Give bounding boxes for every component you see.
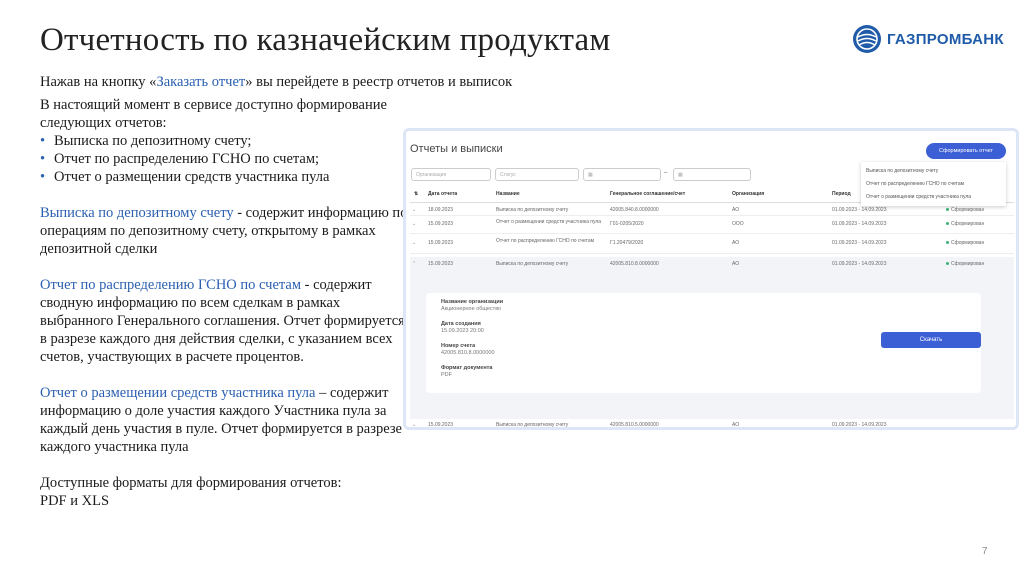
- report-type-dropdown: Выписка по депозитному счету Отчет по ра…: [861, 162, 1006, 206]
- dropdown-option[interactable]: Выписка по депозитному счету: [866, 165, 1001, 178]
- status-badge: Сформирован: [946, 221, 984, 227]
- dropdown-option[interactable]: Отчет по распределению ГСНО по счетам: [866, 178, 1001, 191]
- intro-after: » вы перейдете в реестр отчетов и выписо…: [245, 74, 513, 90]
- gazprombank-logo-icon: [853, 25, 881, 53]
- row-period: 01.09.2023 - 14.09.2023: [832, 240, 887, 246]
- status-badge: Сформирован: [946, 207, 984, 213]
- formats-label: Доступные форматы для формирования отчет…: [40, 475, 342, 491]
- row-name: Выписка по депозитному счету: [496, 422, 569, 428]
- order-report-link[interactable]: Заказать отчет: [156, 74, 245, 90]
- row-account: 42005.810.8.0000000: [610, 261, 659, 267]
- table-row[interactable]: ⌄ 15.09.2023 Отчет по распределению ГСНО…: [410, 235, 1014, 254]
- create-report-button[interactable]: Сформировать отчет: [926, 143, 1006, 159]
- deposit-statement-description: Выписка по депозитному счету - содержит …: [40, 204, 410, 258]
- row-period: 01.09.2023 - 14.09.2023: [832, 221, 887, 227]
- date-from-field[interactable]: ▦: [583, 168, 661, 181]
- row-name: Отчет о размещении средств участника пул…: [496, 219, 602, 225]
- status-badge: Сформирован: [946, 240, 984, 246]
- status-text: Сформирован: [951, 240, 985, 246]
- row-org: АО: [732, 261, 740, 267]
- row-org: АО: [732, 240, 740, 246]
- intro-before: Нажав на кнопку «: [40, 74, 157, 90]
- date-to-field[interactable]: ▦: [673, 168, 751, 181]
- gsno-report-description: Отчет по распределению ГСНО по счетам - …: [40, 276, 410, 366]
- chevron-down-icon[interactable]: ⌄: [412, 221, 416, 227]
- dropdown-option[interactable]: Отчет о размещении средств участника пул…: [866, 191, 1001, 204]
- chevron-down-icon[interactable]: ⌄: [412, 207, 416, 213]
- status-text: Сформирован: [951, 221, 985, 227]
- row-period: 01.09.2023 - 14.09.2023: [832, 422, 887, 428]
- reports-title: Отчеты и выписки: [410, 143, 503, 155]
- format-label: Формат документа: [441, 365, 493, 371]
- date-separator: –: [664, 170, 668, 176]
- status-text: Сформирован: [951, 261, 985, 267]
- available-text: В настоящий момент в сервисе доступно фо…: [40, 97, 387, 131]
- row-org: АО: [732, 422, 740, 428]
- table-row[interactable]: ⌃ 15.09.2023 Выписка по депозитному счет…: [410, 257, 1014, 271]
- org-value: Акционерное общество: [441, 306, 502, 312]
- row-account: Г1.20479/2020: [610, 240, 644, 246]
- status-filter[interactable]: Статус: [495, 168, 579, 181]
- logo-text: ГАЗПРОМБАНК: [887, 30, 1004, 48]
- row-name: Выписка по депозитному счету: [496, 261, 569, 267]
- reports-screenshot: Отчеты и выписки Сформировать отчет Выпи…: [403, 128, 1019, 430]
- row-period: 01.09.2023 - 14.09.2023: [832, 207, 887, 213]
- page-number: 7: [982, 546, 988, 557]
- org-label: Название организации: [441, 299, 504, 305]
- column-header[interactable]: Дата отчета: [428, 191, 457, 197]
- format-value: PDF: [441, 372, 452, 378]
- account-value: 42005.810.8.0000000: [441, 350, 495, 356]
- report-details-card: Название организации Акционерное обществ…: [426, 293, 981, 393]
- download-button[interactable]: Скачать: [881, 332, 981, 348]
- chevron-down-icon[interactable]: ⌄: [412, 240, 416, 246]
- row-date: 18.09.2023: [428, 207, 454, 213]
- chevron-up-icon[interactable]: ⌃: [412, 261, 416, 267]
- column-header[interactable]: Генеральное соглашение/счет: [610, 191, 685, 197]
- table-row[interactable]: ⌄ 15.09.2023 Выписка по депозитному счет…: [410, 419, 1014, 428]
- row-name: Выписка по депозитному счету: [496, 207, 569, 213]
- row-name: Отчет по распределению ГСНО по счетам: [496, 238, 595, 244]
- column-header[interactable]: Организация: [732, 191, 764, 197]
- report-list-item: Отчет о размещении средств участника пул…: [40, 168, 410, 186]
- row-date: 15.09.2023: [428, 261, 454, 267]
- gsno-report-link: Отчет по распределению ГСНО по счетам: [40, 277, 302, 293]
- expanded-row: ⌃ 15.09.2023 Выписка по депозитному счет…: [410, 257, 1014, 419]
- page-title: Отчетность по казначейским продуктам: [40, 22, 611, 58]
- column-header[interactable]: Период: [832, 191, 851, 197]
- row-account: 42005.810.5.0000000: [610, 422, 659, 428]
- column-header[interactable]: Название: [496, 191, 520, 197]
- report-list-item: Отчет по распределению ГСНО по счетам;: [40, 150, 410, 168]
- created-label: Дата создания: [441, 321, 481, 327]
- gazprombank-logo: ГАЗПРОМБАНК: [852, 24, 1004, 54]
- pool-report-link: Отчет о размещении средств участника пул…: [40, 385, 316, 401]
- created-value: 15.09.2023 20:00: [441, 328, 484, 334]
- row-date: 15.09.2023: [428, 422, 454, 428]
- status-text: Сформирован: [951, 207, 985, 213]
- report-list-item: Выписка по депозитному счету;: [40, 132, 410, 150]
- pool-report-description: Отчет о размещении средств участника пул…: [40, 384, 410, 456]
- description-column: В настоящий момент в сервисе доступно фо…: [40, 96, 410, 510]
- intro-text: Нажав на кнопку «Заказать отчет» вы пере…: [40, 74, 512, 91]
- row-account: Г01-0205/2020: [610, 221, 644, 227]
- sort-icon: ⇅: [414, 191, 419, 197]
- organization-filter[interactable]: Организация: [411, 168, 491, 181]
- row-date: 15.09.2023: [428, 221, 454, 227]
- table-row[interactable]: ⌄ 15.09.2023 Отчет о размещении средств …: [410, 217, 1014, 234]
- row-account: 42005.840.8.0000000: [610, 207, 659, 213]
- formats-value: PDF и XLS: [40, 493, 110, 509]
- row-org: ООО: [732, 221, 744, 227]
- deposit-statement-link: Выписка по депозитному счету: [40, 205, 234, 221]
- row-date: 15.09.2023: [428, 240, 454, 246]
- row-org: АО: [732, 207, 740, 213]
- row-period: 01.09.2023 - 14.09.2023: [832, 261, 887, 267]
- chevron-down-icon[interactable]: ⌄: [412, 422, 416, 427]
- status-badge: Сформирован: [946, 261, 984, 267]
- report-list: Выписка по депозитному счету; Отчет по р…: [40, 132, 410, 186]
- account-label: Номер счета: [441, 343, 476, 349]
